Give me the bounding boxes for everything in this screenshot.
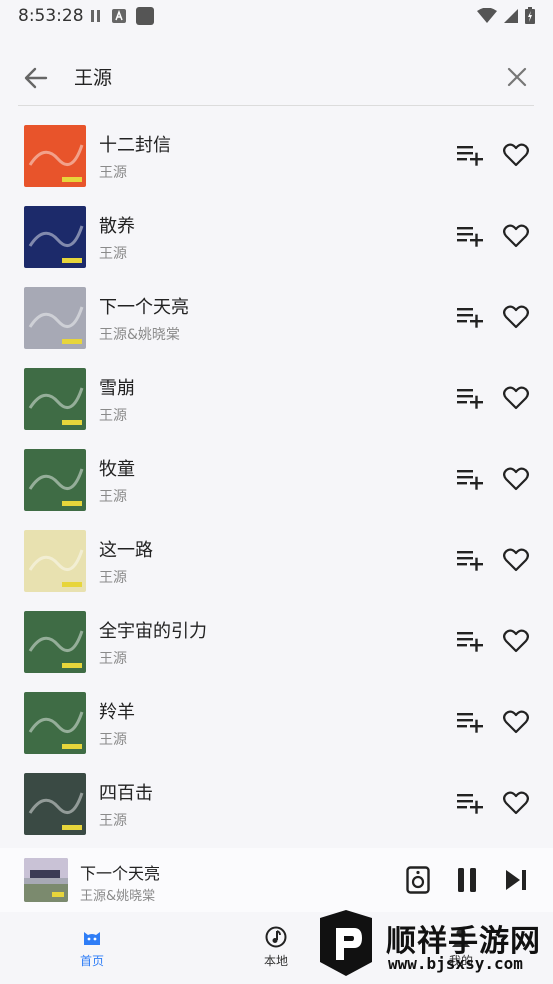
- song-artist: 王源: [99, 570, 127, 586]
- pause-icon[interactable]: [455, 867, 479, 893]
- song-row[interactable]: 牧童 王源: [0, 439, 553, 520]
- album-cover[interactable]: [24, 287, 86, 349]
- nav-local-label: 本地: [263, 954, 288, 968]
- app-a-status-icon: [112, 9, 126, 23]
- now-playing-title: 下一个天亮: [80, 864, 161, 883]
- heart-icon[interactable]: [503, 629, 529, 653]
- status-time: 8:53:28: [18, 6, 84, 26]
- album-cover[interactable]: [24, 692, 86, 754]
- nav-local[interactable]: 本地: [246, 926, 306, 969]
- song-title: 羚羊: [99, 702, 135, 723]
- song-row[interactable]: 全宇宙的引力 王源: [0, 601, 553, 682]
- speaker-icon[interactable]: [406, 866, 430, 894]
- heart-icon[interactable]: [503, 386, 529, 410]
- mini-player[interactable]: 下一个天亮 王源&姚晓棠: [0, 848, 553, 912]
- album-cover[interactable]: [24, 368, 86, 430]
- signal-icon: [504, 8, 518, 23]
- song-artist: 王源: [99, 651, 127, 667]
- watermark-logo-icon: [320, 910, 372, 976]
- album-cover[interactable]: [24, 206, 86, 268]
- heart-icon[interactable]: [503, 548, 529, 572]
- add-to-playlist-icon[interactable]: [456, 791, 484, 815]
- heart-icon[interactable]: [503, 143, 529, 167]
- song-artist: 王源: [99, 732, 127, 748]
- battery-icon: [525, 7, 535, 24]
- wifi-icon: [477, 7, 497, 23]
- heart-icon[interactable]: [503, 224, 529, 248]
- album-cover[interactable]: [24, 773, 86, 835]
- heart-icon[interactable]: [503, 710, 529, 734]
- status-bar: 8:53:28: [0, 0, 553, 32]
- heart-icon[interactable]: [503, 305, 529, 329]
- add-to-playlist-icon[interactable]: [456, 710, 484, 734]
- song-row[interactable]: 下一个天亮王源&姚晓棠: [0, 277, 553, 358]
- song-title: 牧童: [99, 459, 135, 480]
- nav-home[interactable]: 首页: [62, 926, 122, 969]
- music-note-icon: [265, 926, 287, 948]
- now-playing-cover[interactable]: [24, 858, 68, 902]
- add-to-playlist-icon[interactable]: [456, 629, 484, 653]
- song-title: 雪崩: [99, 378, 135, 399]
- album-cover[interactable]: [24, 449, 86, 511]
- song-title: 四百击: [99, 783, 153, 804]
- add-to-playlist-icon[interactable]: [456, 305, 484, 329]
- song-row[interactable]: 雪崩 王源: [0, 358, 553, 439]
- song-artist: 王源: [99, 489, 127, 505]
- song-title: 全宇宙的引力: [99, 621, 207, 642]
- skip-next-icon[interactable]: [504, 868, 528, 892]
- song-row[interactable]: 这一路 王源: [0, 520, 553, 601]
- album-cover[interactable]: [24, 611, 86, 673]
- album-cover[interactable]: [24, 125, 86, 187]
- song-artist: 王源: [99, 246, 127, 262]
- close-icon[interactable]: [504, 64, 530, 90]
- song-row[interactable]: 羚羊 王源: [0, 682, 553, 763]
- song-title: 散养: [99, 216, 135, 237]
- search-input[interactable]: 王源: [74, 63, 112, 90]
- watermark: 顺祥手游网 www.bjsxsy.com: [316, 908, 551, 980]
- song-artist: 王源: [99, 813, 127, 829]
- nav-home-label: 首页: [79, 954, 104, 968]
- album-cover[interactable]: [24, 530, 86, 592]
- back-arrow-icon[interactable]: [22, 64, 50, 92]
- song-title: 这一路: [99, 540, 153, 561]
- square-status-icon: [136, 7, 154, 25]
- song-row[interactable]: 十二封信 王源: [0, 115, 553, 196]
- add-to-playlist-icon[interactable]: [456, 143, 484, 167]
- song-row[interactable]: 四百击 王源: [0, 763, 553, 844]
- heart-icon[interactable]: [503, 467, 529, 491]
- song-artist: 王源: [99, 408, 127, 424]
- heart-icon[interactable]: [503, 791, 529, 815]
- search-bar: 王源: [18, 50, 534, 106]
- add-to-playlist-icon[interactable]: [456, 386, 484, 410]
- add-to-playlist-icon[interactable]: [456, 467, 484, 491]
- pause-status-icon: [91, 10, 100, 22]
- cat-home-icon: [84, 932, 100, 945]
- song-artist: 王源: [99, 165, 127, 181]
- song-title: 下一个天亮: [99, 297, 189, 318]
- add-to-playlist-icon[interactable]: [456, 548, 484, 572]
- watermark-url: www.bjsxsy.com: [388, 954, 523, 973]
- add-to-playlist-icon[interactable]: [456, 224, 484, 248]
- now-playing-artist: 王源&姚晓棠: [80, 889, 156, 904]
- song-row[interactable]: 散养 王源: [0, 196, 553, 277]
- song-artist: 王源&姚晓棠: [99, 327, 180, 343]
- song-title: 十二封信: [99, 135, 171, 156]
